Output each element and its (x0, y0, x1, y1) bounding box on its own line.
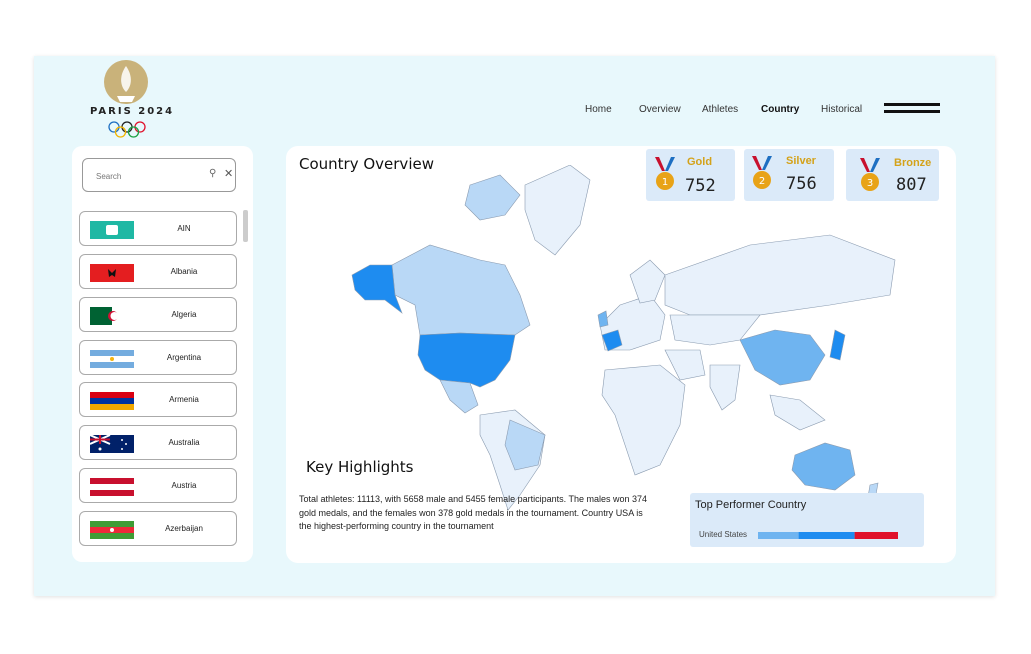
map-usa (417, 332, 516, 388)
ain-flag-icon (90, 221, 134, 239)
azerbaijan-flag-icon (90, 521, 134, 539)
country-item-austria[interactable]: Austria (79, 468, 237, 503)
world-map[interactable] (330, 165, 910, 515)
country-item-ain[interactable]: AIN (79, 211, 237, 246)
map-india (709, 364, 741, 411)
map-mexico (439, 379, 479, 414)
algeria-flag-icon (90, 307, 134, 325)
country-name: Armenia (169, 395, 199, 404)
country-item-argentina[interactable]: Argentina (79, 340, 237, 375)
top-performer-bar-segment (758, 532, 799, 539)
country-name: Australia (168, 438, 200, 447)
country-item-albania[interactable]: Albania (79, 254, 237, 289)
country-name: Azerbaijan (165, 524, 203, 533)
key-highlights-text: Total athletes: 11113, with 5658 male an… (299, 494, 648, 531)
map-canada (391, 244, 531, 336)
country-name: Albania (170, 267, 198, 276)
top-performer-bar-segment (854, 532, 898, 539)
logo-text: PARIS 2024 (90, 106, 175, 117)
hamburger-menu-icon[interactable] (884, 103, 940, 115)
country-name: Austria (171, 481, 197, 490)
top-performer-bar-segment (798, 532, 855, 539)
map-arctic-islands (464, 174, 521, 221)
olympic-rings-icon (108, 121, 146, 138)
country-name: Algeria (171, 310, 197, 319)
country-item-azerbaijan[interactable]: Azerbaijan (79, 511, 237, 546)
austria-flag-icon (90, 478, 134, 496)
map-greenland (524, 165, 591, 256)
map-great-britain (597, 310, 609, 328)
nav-home[interactable]: Home (585, 104, 612, 115)
australia-flag-icon (90, 435, 134, 453)
country-name: AIN (177, 224, 191, 233)
map-china (739, 329, 826, 386)
map-scandinavia (629, 259, 666, 304)
nav-athletes[interactable]: Athletes (702, 104, 738, 115)
nav-country[interactable]: Country (761, 104, 799, 115)
armenia-flag-icon (90, 392, 134, 410)
country-item-algeria[interactable]: Algeria (79, 297, 237, 332)
top-performer-card: Top Performer Country United States (690, 493, 924, 547)
nav-overview[interactable]: Overview (639, 104, 681, 115)
map-southeast-asia (769, 394, 826, 431)
top-performer-country: United States (699, 530, 748, 539)
map-africa (601, 364, 686, 476)
argentina-flag-icon (90, 350, 134, 368)
top-performer-title: Top Performer Country (695, 499, 807, 511)
albania-flag-icon (90, 264, 134, 282)
map-russia (664, 234, 896, 316)
country-item-australia[interactable]: Australia (79, 425, 237, 460)
top-performer-bar (758, 532, 898, 539)
map-japan (829, 329, 846, 361)
country-name: Argentina (166, 353, 202, 362)
clear-icon[interactable]: ✕ (224, 167, 233, 180)
country-item-armenia[interactable]: Armenia (79, 382, 237, 417)
search-input[interactable]: Search (96, 172, 121, 181)
search-icon[interactable]: ⚲ (209, 168, 216, 179)
search-box[interactable]: Search ⚲ ✕ (82, 158, 236, 192)
nav-historical[interactable]: Historical (821, 104, 862, 115)
sidebar-scrollbar[interactable] (243, 210, 248, 242)
map-australia (791, 442, 856, 491)
key-highlights-title: Key Highlights (306, 458, 414, 476)
